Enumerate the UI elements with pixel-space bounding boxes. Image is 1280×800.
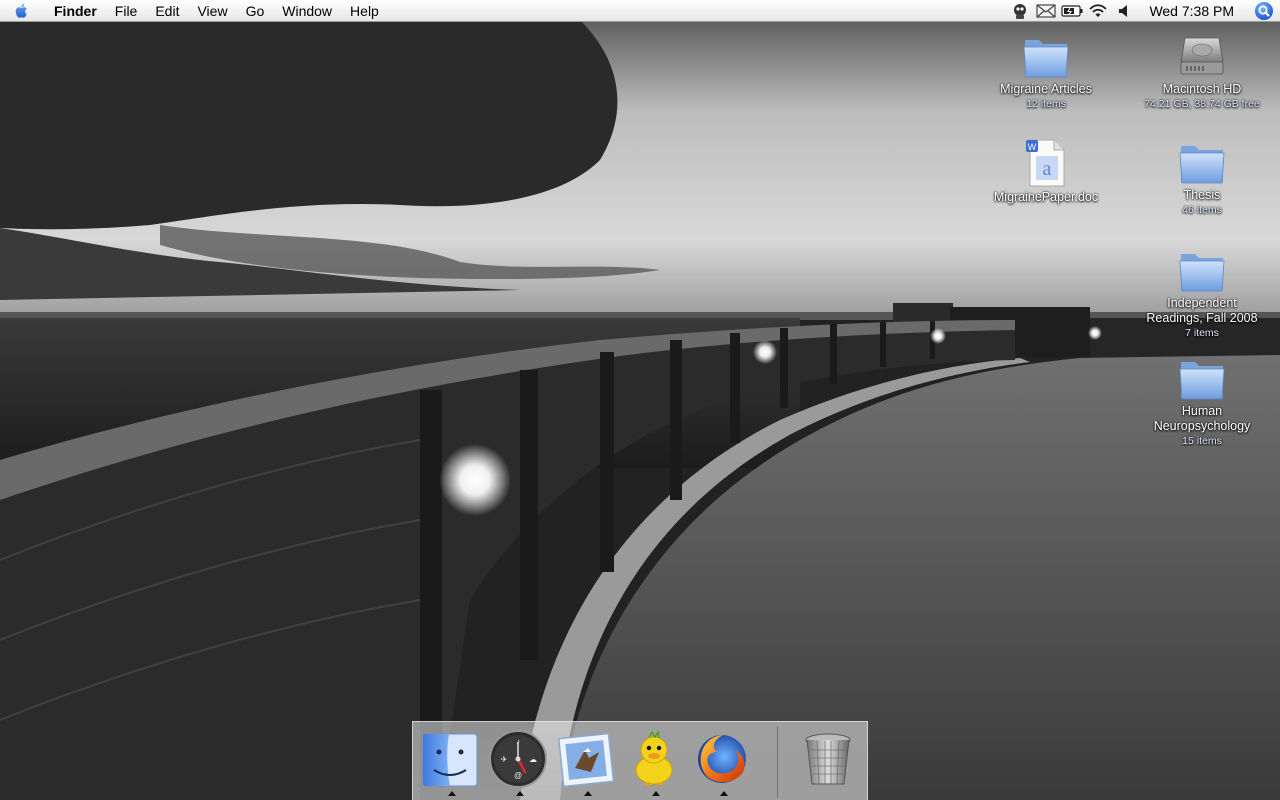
adium-robot-icon[interactable] [1007,0,1033,22]
desktop-icon-thesis[interactable]: Thesis 46 items [1137,138,1267,217]
desktop-icon-info: 15 items [1182,435,1222,447]
svg-text:@: @ [514,771,522,780]
finder-icon [422,733,478,787]
desktop-icon-label-line1: Human [1181,404,1223,418]
dock-item-mail[interactable] [555,728,619,796]
desktop-icon-human-neuropsychology[interactable]: Human Neuropsychology 15 items [1137,354,1267,448]
firefox-icon [698,735,746,783]
wifi-icon[interactable] [1085,0,1111,22]
dock-item-finder[interactable] [419,728,483,796]
menu-view[interactable]: View [188,0,236,22]
desktop-icon-label: MigrainePaper.doc [993,190,1099,204]
desktop-icon-migraine-paper[interactable]: W a MigrainePaper.doc [981,138,1111,205]
mail-envelope-icon[interactable] [1033,0,1059,22]
menu-bar-clock[interactable]: Wed 7:38 PM [1137,3,1248,19]
desktop-icon-info: 74.21 GB, 38.74 GB free [1144,98,1260,110]
running-indicator [584,791,592,796]
desktop-icon-label: Thesis [1183,188,1221,202]
volume-icon[interactable] [1111,0,1137,22]
menu-edit[interactable]: Edit [146,0,188,22]
desktop-icon-info: 7 items [1185,327,1219,339]
menu-bar-extras: Wed 7:38 PM [1007,0,1280,22]
folder-icon [1179,254,1225,292]
spotlight-search-icon[interactable] [1248,0,1280,22]
folder-icon [1179,362,1225,400]
dock-separator [777,726,778,798]
desktop-icon-info: 46 items [1182,204,1222,216]
svg-text:✈: ✈ [501,755,508,764]
menu-go[interactable]: Go [237,0,274,22]
dock-item-trash[interactable] [797,728,861,794]
desktop-icon-label-line2: Neuropsychology [1153,419,1251,433]
word-document-icon: W a [1026,139,1065,187]
folder-icon [1023,40,1069,78]
apple-menu-icon[interactable] [0,0,44,22]
battery-icon[interactable] [1059,0,1085,22]
menu-bar-left: Finder File Edit View Go Window Help [0,0,388,22]
running-indicator [516,791,524,796]
adium-duck-icon [635,730,673,786]
desktop-icon-label-line2: Readings, Fall 2008 [1146,311,1258,325]
running-indicator [652,791,660,796]
mail-icon [557,732,615,788]
menu-help[interactable]: Help [341,0,388,22]
dock-item-adium[interactable] [623,728,687,796]
dock-item-dashboard[interactable]: ♪ ☁ ✈ @ [487,728,551,796]
running-indicator [448,791,456,796]
svg-text:☁: ☁ [529,755,537,764]
trash-icon [805,733,851,785]
menu-app-name[interactable]: Finder [44,0,106,22]
desktop-wallpaper [0,0,1280,800]
menu-bar: Finder File Edit View Go Window Help Wed… [0,0,1280,22]
desktop-icon-label-line1: Independent [1167,296,1237,310]
desktop-icon-label: Macintosh HD [1162,82,1242,96]
desktop-icon-migraine-articles[interactable]: Migraine Articles 12 items [981,32,1111,111]
menu-window[interactable]: Window [273,0,341,22]
menu-file[interactable]: File [106,0,147,22]
desktop-icon-macintosh-hd[interactable]: Macintosh HD 74.21 GB, 38.74 GB free [1137,32,1267,111]
running-indicator [720,791,728,796]
dock-item-firefox[interactable] [691,728,755,796]
hard-drive-icon [1180,37,1224,75]
folder-icon [1179,146,1225,184]
desktop-icon-label: Migraine Articles [1000,82,1092,96]
svg-text:W: W [1028,142,1037,152]
svg-text:a: a [1043,158,1052,180]
desktop-icon-info: 12 items [1026,98,1066,110]
dock: ♪ ☁ ✈ @ [412,721,868,800]
dashboard-icon: ♪☁✈@ [489,730,547,788]
desktop-icon-independent-readings[interactable]: Independent Readings, Fall 2008 7 items [1137,246,1267,340]
